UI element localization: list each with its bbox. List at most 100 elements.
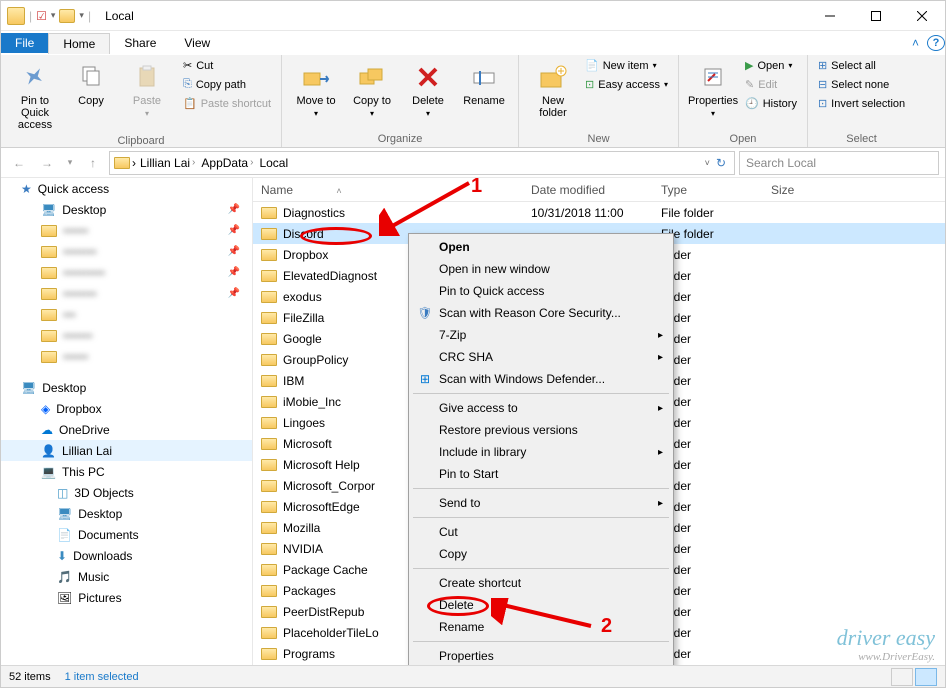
ctx-pin-quick-access[interactable]: Pin to Quick access <box>411 280 671 302</box>
nav-documents[interactable]: 📄Documents <box>1 524 252 545</box>
delete-button[interactable]: Delete▾ <box>400 57 456 122</box>
open-button[interactable]: ▶Open▾ <box>741 57 801 74</box>
copy-button[interactable]: Copy <box>63 57 119 111</box>
chevron-down-icon[interactable]: ▾ <box>51 10 56 21</box>
paste-button[interactable]: Paste ▾ <box>119 57 175 122</box>
move-to-button[interactable]: Move to▾ <box>288 57 344 122</box>
ctx-include-library[interactable]: Include in library▸ <box>411 441 671 463</box>
qat-menu[interactable]: ▾ <box>79 10 84 21</box>
nav-quick-access[interactable]: ★Quick access <box>1 178 252 199</box>
nav-item-blurred[interactable]: ••• <box>1 304 252 325</box>
copy-to-icon <box>356 61 388 93</box>
nav-onedrive[interactable]: ☁OneDrive <box>1 419 252 440</box>
forward-button[interactable]: → <box>35 151 59 175</box>
invert-selection-button[interactable]: ⊡Invert selection <box>814 95 909 112</box>
select-none-button[interactable]: ⊟Select none <box>814 76 909 93</box>
col-date[interactable]: Date modified <box>523 183 653 197</box>
ctx-properties[interactable]: Properties <box>411 645 671 667</box>
chevron-icon[interactable]: › <box>132 156 136 170</box>
nav-item-blurred[interactable]: ••••••📌 <box>1 220 252 241</box>
nav-pane[interactable]: ★Quick access 🖥Desktop📌 ••••••📌 ••••••••… <box>1 178 253 667</box>
select-all-button[interactable]: ⊞Select all <box>814 57 909 74</box>
back-button[interactable]: ← <box>7 151 31 175</box>
nav-item-blurred[interactable]: ••••••••📌 <box>1 241 252 262</box>
nav-user[interactable]: 👤Lillian Lai <box>1 440 252 461</box>
ctx-send-to[interactable]: Send to▸ <box>411 492 671 514</box>
ribbon-expand-button[interactable]: ˄ <box>904 36 927 50</box>
ctx-scan-reason[interactable]: 🛡Scan with Reason Core Security... <box>411 302 671 324</box>
crumb[interactable]: Lillian Lai› <box>138 156 197 170</box>
view-thumbnails-button[interactable] <box>891 668 913 686</box>
ctx-pin-start[interactable]: Pin to Start <box>411 463 671 485</box>
nav-this-pc[interactable]: 💻This PC <box>1 461 252 482</box>
maximize-button[interactable] <box>853 1 899 31</box>
close-button[interactable] <box>899 1 945 31</box>
view-details-button[interactable] <box>915 668 937 686</box>
refresh-button[interactable]: ↻ <box>712 156 730 170</box>
ctx-restore[interactable]: Restore previous versions <box>411 419 671 441</box>
nav-dropbox[interactable]: ◈Dropbox <box>1 398 252 419</box>
nav-desktop[interactable]: 🖥Desktop <box>1 377 252 398</box>
nav-downloads[interactable]: ⬇Downloads <box>1 545 252 566</box>
file-row[interactable]: Diagnostics10/31/2018 11:00File folder <box>253 202 945 223</box>
minimize-button[interactable] <box>807 1 853 31</box>
ctx-give-access[interactable]: Give access to▸ <box>411 397 671 419</box>
paste-shortcut-button[interactable]: 📋Paste shortcut <box>179 95 275 112</box>
move-label: Move to <box>296 95 335 107</box>
search-input[interactable]: Search Local <box>739 151 939 175</box>
rename-button[interactable]: Rename <box>456 57 512 111</box>
dropdown-icon[interactable]: ˅ <box>705 158 710 168</box>
ctx-open[interactable]: Open <box>411 236 671 258</box>
nav-3d[interactable]: ◫3D Objects <box>1 482 252 503</box>
copy-to-button[interactable]: Copy to▾ <box>344 57 400 122</box>
new-item-button[interactable]: 📄New item▾ <box>581 57 672 74</box>
history-button[interactable]: 🕘History <box>741 95 801 112</box>
ctx-create-shortcut[interactable]: Create shortcut <box>411 572 671 594</box>
tab-file[interactable]: File <box>1 33 48 53</box>
ctx-7zip[interactable]: 7-Zip▸ <box>411 324 671 346</box>
nav-pictures[interactable]: 🖼Pictures <box>1 587 252 608</box>
col-type[interactable]: Type <box>653 183 763 197</box>
ctx-delete[interactable]: Delete <box>411 594 671 616</box>
pc-icon: 💻 <box>41 465 56 479</box>
checkbox-icon[interactable]: ☑ <box>36 9 47 23</box>
folder-icon <box>41 246 57 258</box>
pin-to-quick-access-button[interactable]: Pin to Quick access <box>7 57 63 135</box>
ctx-rename[interactable]: Rename <box>411 616 671 638</box>
nav-item-blurred[interactable]: ••••••••📌 <box>1 283 252 304</box>
ctx-copy[interactable]: Copy <box>411 543 671 565</box>
group-select: ⊞Select all ⊟Select none ⊡Invert selecti… <box>808 55 915 147</box>
address-bar[interactable]: › Lillian Lai› AppData› Local ˅ ↻ <box>109 151 735 175</box>
properties-button[interactable]: Properties▾ <box>685 57 741 122</box>
nav-item-blurred[interactable]: ••••••• <box>1 325 252 346</box>
col-name[interactable]: Name ˄ <box>253 183 523 197</box>
nav-music[interactable]: 🎵Music <box>1 566 252 587</box>
folder-icon <box>261 396 277 408</box>
edit-button[interactable]: ✎Edit <box>741 76 801 93</box>
col-size[interactable]: Size <box>763 183 945 197</box>
history-dropdown[interactable]: ▾ <box>63 151 77 175</box>
copy-path-button[interactable]: ⎘Copy path <box>179 76 275 93</box>
crumb[interactable]: AppData› <box>199 156 255 170</box>
ctx-cut[interactable]: Cut <box>411 521 671 543</box>
cut-button[interactable]: ✂Cut <box>179 57 275 74</box>
nav-item-blurred[interactable]: ••••••••••📌 <box>1 262 252 283</box>
file-name: exodus <box>283 290 322 304</box>
easy-access-button[interactable]: ⊡Easy access▾ <box>581 76 672 93</box>
pic-icon: 🖼 <box>57 591 72 605</box>
nav-item-blurred[interactable]: •••••• <box>1 346 252 367</box>
ctx-crc-sha[interactable]: CRC SHA▸ <box>411 346 671 368</box>
crumb[interactable]: Local <box>257 156 290 170</box>
ctx-open-new-window[interactable]: Open in new window <box>411 258 671 280</box>
new-folder-button[interactable]: New folder <box>525 57 581 123</box>
tab-home[interactable]: Home <box>48 33 110 54</box>
nav-desktop-pc[interactable]: 🖥Desktop <box>1 503 252 524</box>
tab-view[interactable]: View <box>170 33 224 53</box>
help-button[interactable]: ? <box>927 35 945 51</box>
tab-share[interactable]: Share <box>110 33 170 53</box>
file-name: FileZilla <box>283 311 324 325</box>
new-item-icon: 📄 <box>585 59 599 72</box>
up-button[interactable]: ↑ <box>81 151 105 175</box>
ctx-defender[interactable]: ⊞Scan with Windows Defender... <box>411 368 671 390</box>
nav-desktop[interactable]: 🖥Desktop📌 <box>1 199 252 220</box>
